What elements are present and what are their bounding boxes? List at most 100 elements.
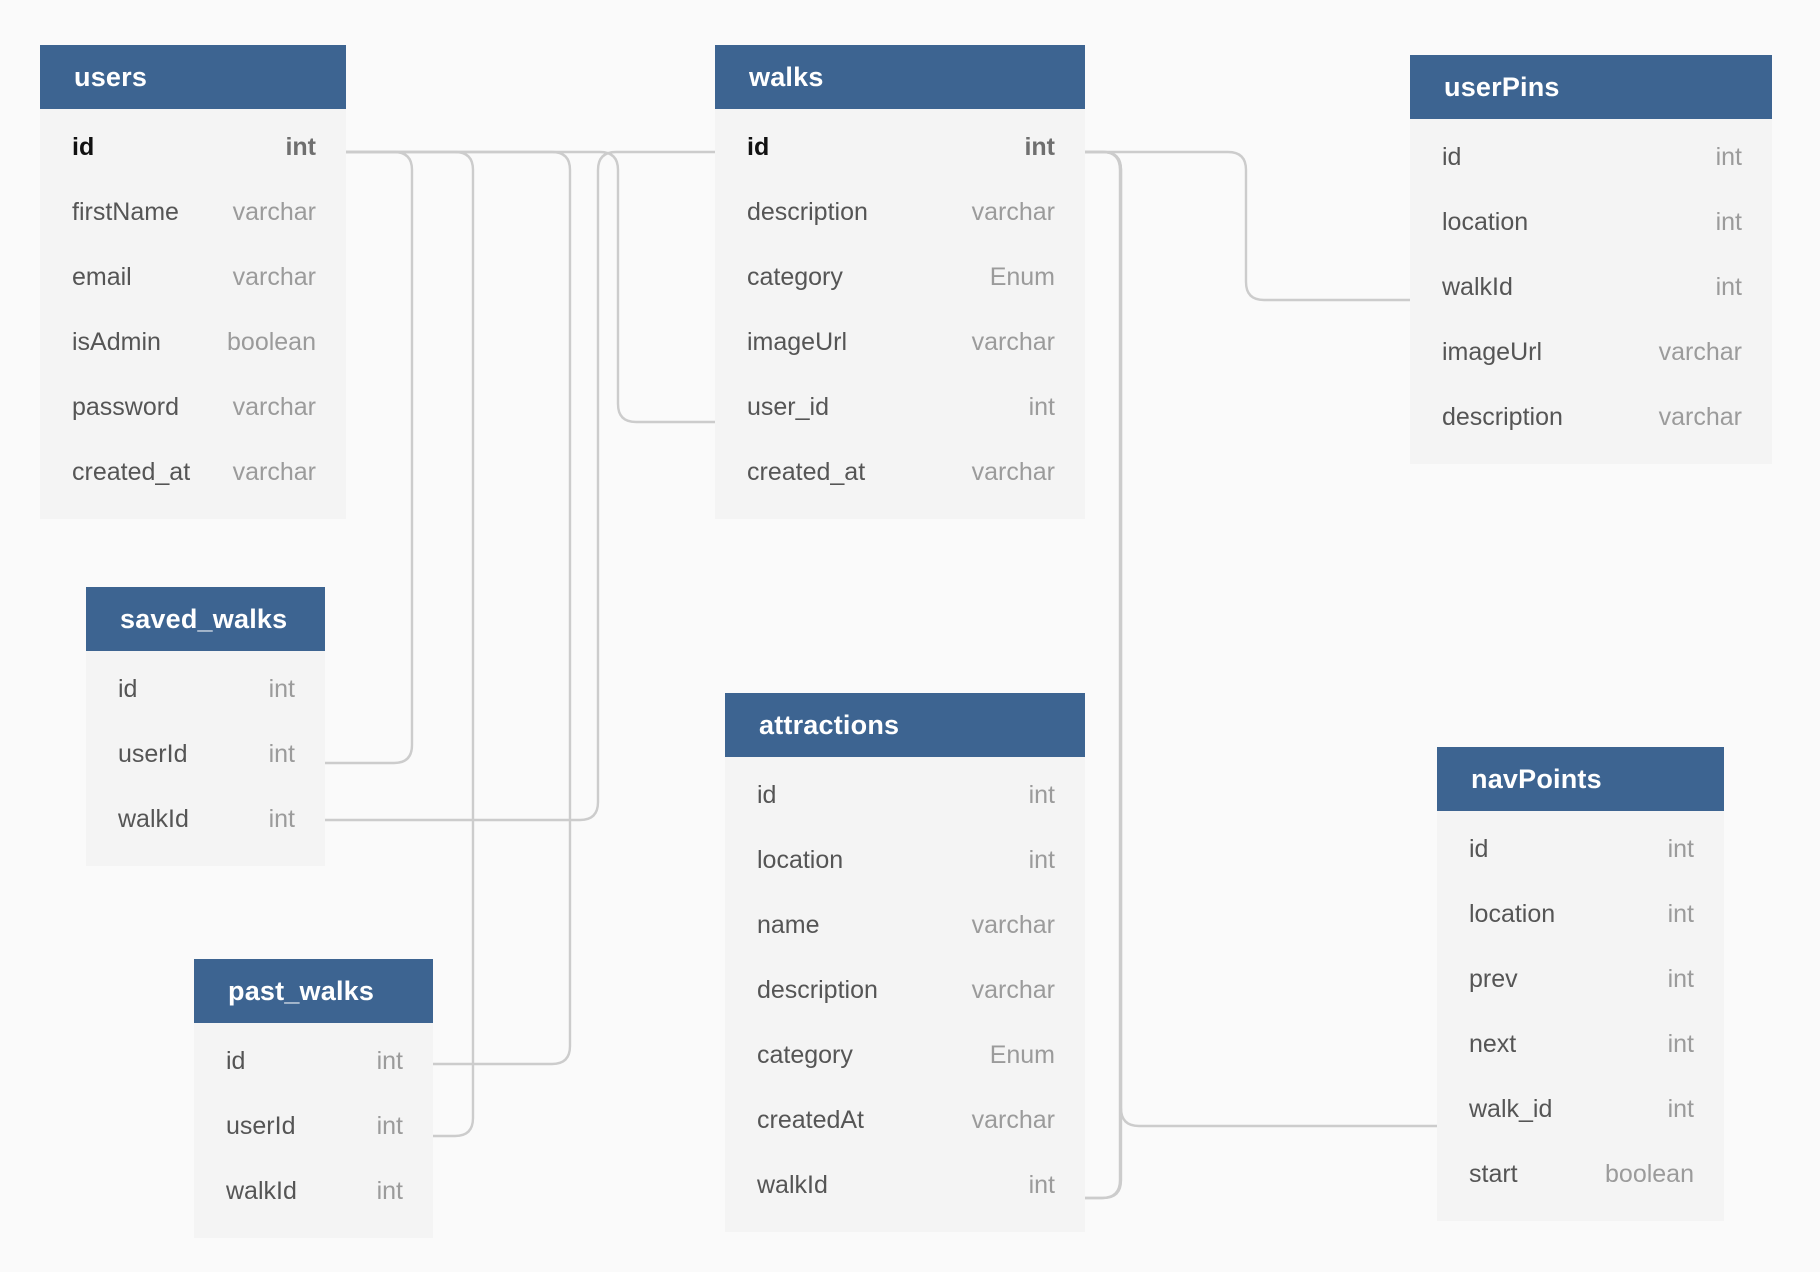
column-type: boolean — [227, 328, 316, 356]
edge-saved-walks-walkid-to-walks-id — [323, 150, 717, 822]
column-name: userId — [118, 740, 188, 768]
table-columns-saved-walks: id int userId int walkId int — [86, 651, 325, 866]
column-name: location — [1442, 208, 1529, 236]
column-type: int — [1667, 835, 1694, 863]
table-row[interactable]: firstName varchar — [40, 180, 346, 245]
table-row[interactable]: id int — [86, 657, 325, 722]
column-name: user_id — [747, 393, 829, 421]
edge-walks-id-to-attractions-walkid — [1083, 150, 1123, 1200]
column-name: created_at — [72, 458, 191, 486]
table-row[interactable]: id int — [715, 115, 1085, 180]
column-type: int — [268, 675, 295, 703]
column-type: int — [1028, 393, 1055, 421]
column-name: walkId — [1442, 273, 1513, 301]
table-row[interactable]: isAdmin boolean — [40, 310, 346, 375]
column-type: int — [1667, 900, 1694, 928]
column-type: Enum — [989, 1041, 1055, 1069]
table-row[interactable]: category Enum — [715, 245, 1085, 310]
table-past-walks[interactable]: past_walks id int userId int walkId int — [194, 959, 433, 1238]
table-row[interactable]: description varchar — [1410, 385, 1772, 450]
table-row[interactable]: location int — [725, 828, 1085, 893]
table-row[interactable]: password varchar — [40, 375, 346, 440]
column-name: id — [1469, 835, 1489, 863]
column-type: varchar — [232, 393, 316, 421]
column-type: varchar — [1658, 338, 1742, 366]
table-users[interactable]: users id int firstName varchar email var… — [40, 45, 346, 519]
table-row[interactable]: walk_id int — [1437, 1077, 1724, 1142]
table-row[interactable]: userId int — [86, 722, 325, 787]
table-row[interactable]: user_id int — [715, 375, 1085, 440]
column-name: walkId — [757, 1171, 828, 1199]
table-title-users: users — [40, 45, 346, 109]
column-type: varchar — [232, 198, 316, 226]
table-row[interactable]: name varchar — [725, 893, 1085, 958]
table-row[interactable]: id int — [725, 763, 1085, 828]
table-row[interactable]: walkId int — [86, 787, 325, 852]
table-title-navpoints: navPoints — [1437, 747, 1724, 811]
table-walks[interactable]: walks id int description varchar categor… — [715, 45, 1085, 519]
table-row[interactable]: createdAt varchar — [725, 1088, 1085, 1153]
table-row[interactable]: location int — [1410, 190, 1772, 255]
column-name: description — [757, 976, 878, 1004]
table-navpoints[interactable]: navPoints id int location int prev int n… — [1437, 747, 1724, 1221]
column-type: varchar — [971, 976, 1055, 1004]
table-row[interactable]: id int — [1437, 817, 1724, 882]
table-row[interactable]: id int — [40, 115, 346, 180]
column-type: int — [1024, 133, 1055, 161]
table-row[interactable]: imageUrl varchar — [715, 310, 1085, 375]
table-row[interactable]: start boolean — [1437, 1142, 1724, 1207]
column-name: id — [757, 781, 777, 809]
table-title-saved-walks: saved_walks — [86, 587, 325, 651]
table-title-attractions: attractions — [725, 693, 1085, 757]
column-name: id — [226, 1047, 246, 1075]
column-name: isAdmin — [72, 328, 161, 356]
column-type: int — [1667, 965, 1694, 993]
table-row[interactable]: next int — [1437, 1012, 1724, 1077]
table-row[interactable]: walkId int — [1410, 255, 1772, 320]
table-row[interactable]: id int — [194, 1029, 433, 1094]
table-row[interactable]: category Enum — [725, 1023, 1085, 1088]
table-columns-userpins: id int location int walkId int imageUrl … — [1410, 119, 1772, 464]
table-row[interactable]: description varchar — [715, 180, 1085, 245]
table-columns-walks: id int description varchar category Enum… — [715, 109, 1085, 519]
table-row[interactable]: description varchar — [725, 958, 1085, 1023]
column-name: createdAt — [757, 1106, 865, 1134]
column-type: int — [268, 740, 295, 768]
column-name: email — [72, 263, 132, 291]
column-name: description — [747, 198, 868, 226]
table-row[interactable]: userId int — [194, 1094, 433, 1159]
column-name: userId — [226, 1112, 296, 1140]
table-columns-navpoints: id int location int prev int next int wa… — [1437, 811, 1724, 1221]
column-name: imageUrl — [1442, 338, 1543, 366]
table-title-userpins: userPins — [1410, 55, 1772, 119]
edge-users-id-to-walks-userid — [344, 150, 717, 424]
column-name: id — [118, 675, 138, 703]
table-row[interactable]: walkId int — [725, 1153, 1085, 1218]
column-name: password — [72, 393, 179, 421]
table-row[interactable]: imageUrl varchar — [1410, 320, 1772, 385]
table-userpins[interactable]: userPins id int location int walkId int … — [1410, 55, 1772, 464]
table-attractions[interactable]: attractions id int location int name var… — [725, 693, 1085, 1232]
table-columns-users: id int firstName varchar email varchar i… — [40, 109, 346, 519]
column-type: int — [1715, 273, 1742, 301]
table-row[interactable]: created_at varchar — [715, 440, 1085, 505]
column-type: int — [1715, 143, 1742, 171]
table-row[interactable]: created_at varchar — [40, 440, 346, 505]
column-name: walk_id — [1469, 1095, 1553, 1123]
edge-walks-id-to-navpoints-walkid — [1083, 150, 1439, 1128]
table-row[interactable]: walkId int — [194, 1159, 433, 1224]
table-row[interactable]: id int — [1410, 125, 1772, 190]
column-name: id — [1442, 143, 1462, 171]
column-type: int — [1667, 1095, 1694, 1123]
edge-walks-id-to-userpins-walkid — [1083, 150, 1412, 302]
table-title-walks: walks — [715, 45, 1085, 109]
edge-walks-id-to-saved-walks-walkid — [1083, 150, 1122, 1200]
table-row[interactable]: prev int — [1437, 947, 1724, 1012]
column-type: varchar — [971, 458, 1055, 486]
table-saved-walks[interactable]: saved_walks id int userId int walkId int — [86, 587, 325, 866]
column-type: varchar — [971, 328, 1055, 356]
column-name: imageUrl — [747, 328, 848, 356]
table-row[interactable]: email varchar — [40, 245, 346, 310]
table-row[interactable]: location int — [1437, 882, 1724, 947]
column-type: int — [268, 805, 295, 833]
